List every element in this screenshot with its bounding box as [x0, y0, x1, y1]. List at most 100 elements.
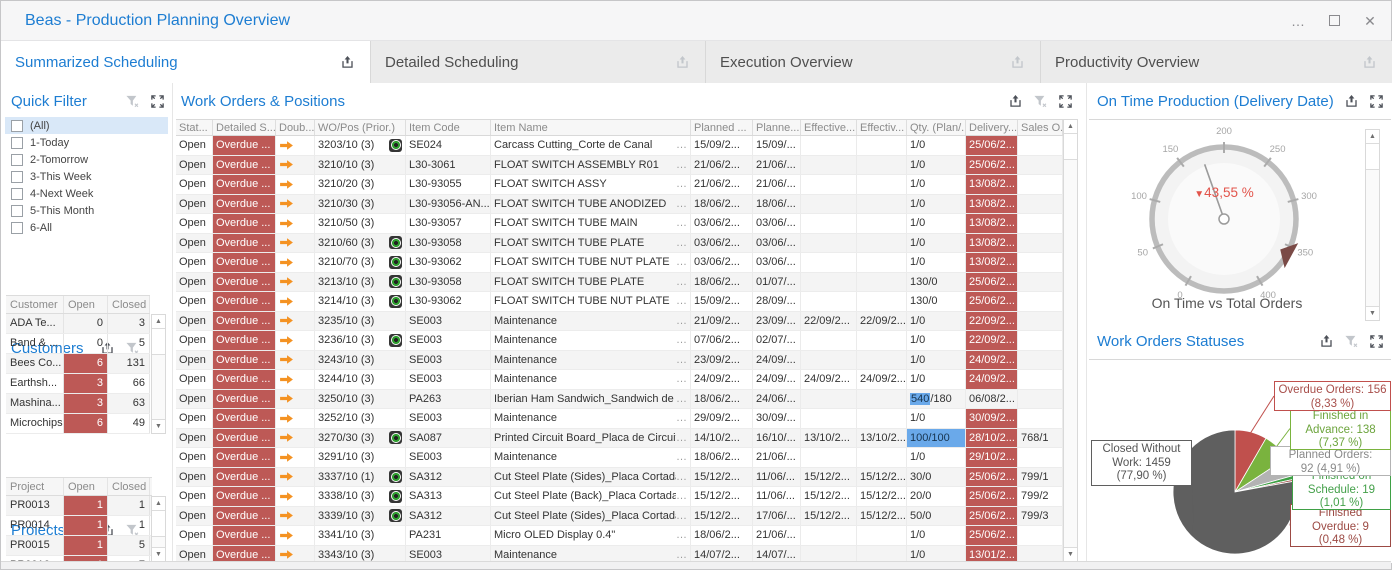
tab-summarized-scheduling[interactable]: Summarized Scheduling [1, 41, 371, 84]
wo-pos-cell[interactable]: 3250/10 (3) [315, 390, 406, 409]
effective-start-cell[interactable] [801, 175, 857, 194]
status-cell[interactable]: Open [176, 370, 213, 389]
name-cell[interactable]: Earthsh... [6, 374, 64, 393]
open-cell[interactable]: 3 [64, 374, 108, 393]
double-cell[interactable] [276, 273, 315, 292]
planned-end-cell[interactable]: 03/06/... [753, 214, 801, 233]
effective-end-cell[interactable] [857, 253, 907, 272]
expand-icon[interactable] [1368, 333, 1385, 350]
table-row[interactable]: PR001311 [6, 496, 152, 516]
sales-order-cell[interactable] [1018, 292, 1063, 311]
double-cell[interactable] [276, 468, 315, 487]
effective-start-cell[interactable] [801, 253, 857, 272]
qty-cell[interactable]: 1/0 [907, 351, 966, 370]
closed-cell[interactable]: 3 [108, 314, 150, 333]
double-cell[interactable] [276, 214, 315, 233]
detailed-status-cell[interactable]: Overdue ... [213, 273, 276, 292]
open-cell[interactable]: 1 [64, 536, 108, 555]
sales-order-cell[interactable] [1018, 546, 1063, 563]
delivery-date-cell[interactable]: 13/01/2... [966, 546, 1018, 563]
double-cell[interactable] [276, 448, 315, 467]
delivery-date-cell[interactable]: 13/08/2... [966, 253, 1018, 272]
item-name-cell[interactable]: Cut Steel Plate (Back)_Placa Cortada de … [491, 487, 691, 506]
qty-cell[interactable]: 1/0 [907, 312, 966, 331]
sales-order-cell[interactable] [1018, 214, 1063, 233]
column-header[interactable]: Closed [108, 296, 150, 313]
planned-end-cell[interactable]: 11/06/... [753, 487, 801, 506]
effective-start-cell[interactable]: 24/09/2... [801, 370, 857, 389]
double-cell[interactable] [276, 351, 315, 370]
qty-cell[interactable]: 1/0 [907, 526, 966, 545]
sales-order-cell[interactable]: 799/1 [1018, 468, 1063, 487]
export-icon[interactable] [1343, 93, 1360, 110]
closed-cell[interactable]: 5 [108, 536, 150, 555]
planned-start-cell[interactable]: 18/06/2... [691, 390, 753, 409]
work-order-row[interactable]: OpenOverdue ...3210/70 (3)L30-93062FLOAT… [176, 253, 1063, 273]
double-cell[interactable] [276, 390, 315, 409]
open-cell[interactable]: 1 [64, 516, 108, 535]
projects-scrollbar[interactable]: ▲▼ [151, 496, 166, 562]
qty-cell[interactable]: 540/180 [907, 390, 966, 409]
detailed-status-cell[interactable]: Overdue ... [213, 175, 276, 194]
effective-end-cell[interactable] [857, 214, 907, 233]
column-header[interactable]: Item Code [406, 120, 491, 135]
item-code-cell[interactable]: PA263 [406, 390, 491, 409]
export-icon[interactable] [674, 54, 691, 71]
wo-pos-cell[interactable]: 3338/10 (3) [315, 487, 406, 506]
item-code-cell[interactable]: L30-93062 [406, 292, 491, 311]
detailed-status-cell[interactable]: Overdue ... [213, 409, 276, 428]
delivery-date-cell[interactable]: 13/08/2... [966, 234, 1018, 253]
planned-start-cell[interactable]: 03/06/2... [691, 214, 753, 233]
planned-end-cell[interactable]: 18/06/... [753, 195, 801, 214]
detailed-status-cell[interactable]: Overdue ... [213, 468, 276, 487]
table-row[interactable]: Bees Co...6131 [6, 354, 150, 374]
planned-start-cell[interactable]: 15/12/2... [691, 507, 753, 526]
item-name-cell[interactable]: FLOAT SWITCH ASSEMBLY R01… [491, 156, 691, 175]
tab-execution-overview[interactable]: Execution Overview [706, 41, 1041, 83]
item-code-cell[interactable]: SE003 [406, 546, 491, 563]
effective-end-cell[interactable]: 15/12/2... [857, 507, 907, 526]
status-cell[interactable]: Open [176, 468, 213, 487]
effective-end-cell[interactable] [857, 351, 907, 370]
planned-start-cell[interactable]: 03/06/2... [691, 234, 753, 253]
double-cell[interactable] [276, 175, 315, 194]
effective-start-cell[interactable] [801, 156, 857, 175]
qty-cell[interactable]: 1/0 [907, 448, 966, 467]
effective-start-cell[interactable] [801, 390, 857, 409]
planned-start-cell[interactable]: 21/06/2... [691, 175, 753, 194]
wo-pos-cell[interactable]: 3270/30 (3) [315, 429, 406, 448]
wo-pos-cell[interactable]: 3252/10 (3) [315, 409, 406, 428]
planned-start-cell[interactable]: 07/06/2... [691, 331, 753, 350]
double-cell[interactable] [276, 195, 315, 214]
item-code-cell[interactable]: SE003 [406, 370, 491, 389]
item-name-cell[interactable]: Cut Steel Plate (Sides)_Placa Cortada de… [491, 507, 691, 526]
column-header[interactable]: Open [64, 296, 108, 313]
status-cell[interactable]: Open [176, 448, 213, 467]
work-order-row[interactable]: OpenOverdue ...3210/50 (3)L30-93057FLOAT… [176, 214, 1063, 234]
double-cell[interactable] [276, 507, 315, 526]
qty-cell[interactable]: 100/100 [907, 429, 966, 448]
delivery-date-cell[interactable]: 30/09/2... [966, 409, 1018, 428]
status-cell[interactable]: Open [176, 409, 213, 428]
name-cell[interactable]: Mashina... [6, 394, 64, 413]
checkbox[interactable] [11, 171, 23, 183]
effective-end-cell[interactable] [857, 234, 907, 253]
effective-start-cell[interactable]: 15/12/2... [801, 507, 857, 526]
column-header[interactable]: Open [64, 478, 108, 495]
wo-pos-cell[interactable]: 3243/10 (3) [315, 351, 406, 370]
planned-end-cell[interactable]: 24/09/... [753, 351, 801, 370]
wo-pos-cell[interactable]: 3343/10 (3) [315, 546, 406, 563]
scroll-down-button[interactable]: ▼ [1064, 547, 1077, 561]
work-order-row[interactable]: OpenOverdue ...3252/10 (3)SE003Maintenan… [176, 409, 1063, 429]
delivery-date-cell[interactable]: 25/06/2... [966, 292, 1018, 311]
effective-start-cell[interactable] [801, 448, 857, 467]
export-icon[interactable] [1318, 333, 1335, 350]
planned-end-cell[interactable]: 03/06/... [753, 253, 801, 272]
planned-end-cell[interactable]: 15/09/... [753, 136, 801, 155]
scroll-up-button[interactable]: ▲ [1366, 130, 1379, 144]
double-cell[interactable] [276, 487, 315, 506]
status-cell[interactable]: Open [176, 507, 213, 526]
planned-start-cell[interactable]: 21/09/2... [691, 312, 753, 331]
item-code-cell[interactable]: SE003 [406, 409, 491, 428]
item-name-cell[interactable]: Maintenance… [491, 331, 691, 350]
